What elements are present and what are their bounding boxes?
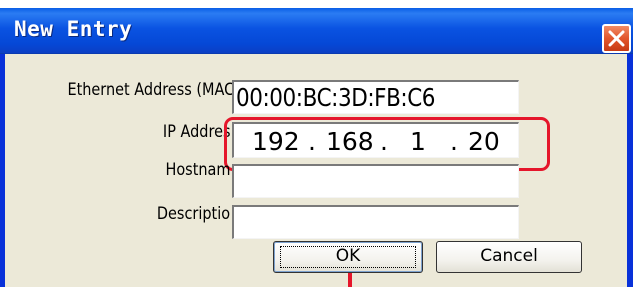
window-title: New Entry [14,17,133,41]
ip-address-label: IP Addres [163,122,231,142]
cancel-button-label: Cancel [480,246,538,266]
pointer-annotation-line [348,273,352,287]
title-bar[interactable]: New Entry [0,8,633,54]
description-field[interactable] [232,205,519,239]
close-icon [608,30,625,47]
top-strip [0,0,633,8]
mac-address-label: Ethernet Address (MAC [67,80,234,100]
hostname-field[interactable] [232,164,519,198]
description-label: Descriptio [156,204,230,224]
ok-button[interactable]: OK [273,241,423,273]
mac-address-field[interactable]: 00:00:BC:3D:FB:C6 [232,80,519,114]
mac-address-value: 00:00:BC:3D:FB:C6 [236,83,436,112]
hostname-label: Hostnam [165,160,230,180]
ip-highlight-annotation [224,117,550,171]
focus-rectangle [280,246,416,268]
cancel-button[interactable]: Cancel [436,241,582,273]
close-button[interactable] [602,24,631,53]
